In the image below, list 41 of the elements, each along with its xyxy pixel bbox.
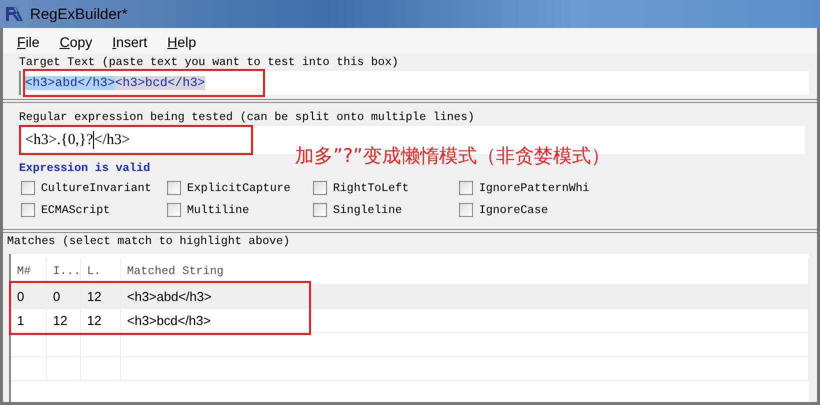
checkbox[interactable] xyxy=(21,203,35,217)
checkbox[interactable] xyxy=(459,203,473,217)
table-cell: <h3>bcd</h3> xyxy=(121,309,809,332)
window-title: RegExBuilder* xyxy=(30,6,128,22)
app-logo-icon xyxy=(4,5,24,23)
menu-item[interactable]: Insert xyxy=(112,34,148,50)
checkbox[interactable] xyxy=(21,181,35,195)
table-cell: <h3>abd</h3> xyxy=(121,285,809,308)
menu-item[interactable]: Copy xyxy=(60,34,92,50)
table-cell: 1 xyxy=(11,309,47,332)
checkbox-label[interactable]: ExplicitCapture xyxy=(187,182,291,194)
checkbox-label[interactable]: ECMAScript xyxy=(41,204,110,216)
table-cell: 12 xyxy=(81,309,121,332)
checkbox-label[interactable]: CultureInvariant xyxy=(41,182,152,194)
checkbox[interactable] xyxy=(313,203,327,217)
matches-label: Matches (select match to highlight above) xyxy=(6,234,291,250)
column-header[interactable]: I... xyxy=(47,258,81,284)
match-row[interactable]: 0 0 12 <h3>abd</h3> xyxy=(11,285,809,309)
menu-item[interactable]: Help xyxy=(167,34,196,50)
status-text: Expression is valid xyxy=(19,162,150,175)
checkbox[interactable] xyxy=(167,181,181,195)
table-cell: 12 xyxy=(47,309,81,332)
checkbox-label[interactable]: IgnoreCase xyxy=(479,204,548,216)
table-cell: 12 xyxy=(81,285,121,308)
column-header[interactable]: M# xyxy=(11,258,47,284)
checkbox[interactable] xyxy=(167,203,181,217)
target-text-label: Target Text (paste text you want to test into this box) xyxy=(18,55,400,69)
regex-label: Regular expression being tested (can be split onto multiple lines) xyxy=(18,110,476,124)
checkbox[interactable] xyxy=(459,181,473,195)
table-cell: 0 xyxy=(47,285,81,308)
checkbox-label[interactable]: RightToLeft xyxy=(333,182,409,194)
checkbox-label[interactable]: Multiline xyxy=(187,204,250,216)
match-row[interactable]: 1 12 12 <h3>bcd</h3> xyxy=(11,309,809,333)
table-cell: 0 xyxy=(11,285,47,308)
column-header[interactable]: L. xyxy=(81,258,121,284)
menu-item[interactable]: File xyxy=(17,34,40,50)
checkbox[interactable] xyxy=(313,181,327,195)
checkbox-label[interactable]: Singleline xyxy=(333,204,402,216)
target-text-field[interactable]: <h3>abd</h3><h3>bcd</h3> xyxy=(19,71,809,95)
column-header[interactable]: Matched String xyxy=(121,258,809,284)
checkbox-label[interactable]: IgnorePatternWhi xyxy=(479,182,590,194)
